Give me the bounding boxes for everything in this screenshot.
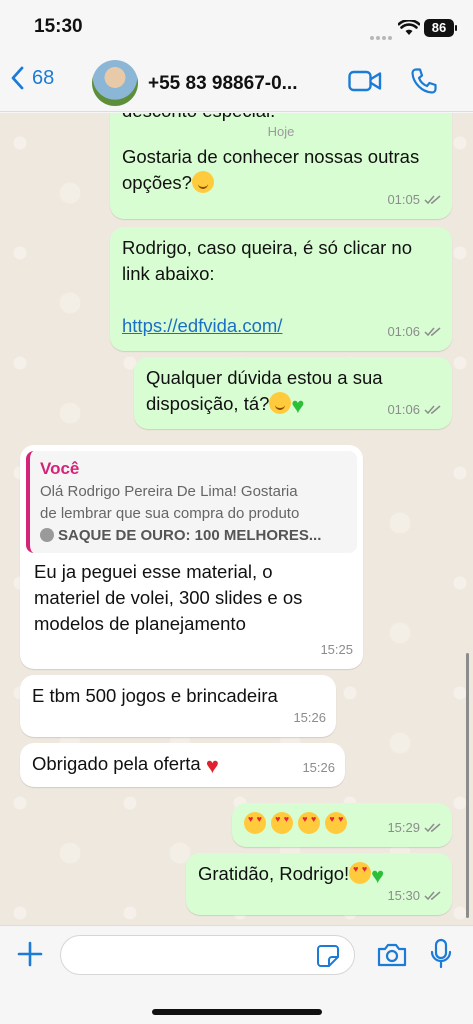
- phone-call-icon[interactable]: [410, 67, 438, 95]
- video-call-icon[interactable]: [348, 69, 382, 93]
- unread-count: 68: [32, 66, 55, 89]
- back-button[interactable]: 68: [10, 66, 54, 90]
- message-text: Eu ja peguei esse material, o materiel d…: [34, 561, 303, 634]
- message-text: Rodrigo, caso queira, é só clicar no lin…: [122, 237, 412, 284]
- quote-text-line: SAQUE DE OURO: 100 MELHORES...: [58, 527, 322, 544]
- double-check-icon: [424, 405, 441, 415]
- green-heart-icon: ♥: [371, 863, 385, 888]
- message-time: 15:29: [387, 820, 420, 835]
- quote-text-line: de lembrar que sua compra do produto: [40, 505, 300, 522]
- message-text: E tbm 500 jogos e brincadeira: [32, 685, 278, 706]
- quote-text-line: Olá Rodrigo Pereira De Lima! Gostaria: [40, 483, 298, 500]
- double-check-icon: [424, 823, 441, 833]
- scrollbar[interactable]: [466, 653, 469, 918]
- message-time: 15:26: [293, 710, 326, 725]
- message-time: 01:06: [387, 324, 420, 339]
- message-bubble-outgoing[interactable]: desconto especial. Hoje Gostaria de conh…: [110, 113, 452, 219]
- heart-eyes-emoji-icon: [325, 812, 348, 834]
- smile-emoji-icon: [269, 392, 292, 414]
- chevron-left-icon: [11, 66, 24, 90]
- signal-dots-icon: [370, 27, 396, 40]
- message-text: Obrigado pela oferta: [32, 753, 201, 774]
- heart-eyes-emoji-icon: [271, 812, 294, 834]
- double-check-icon: [424, 195, 441, 205]
- message-bubble-incoming[interactable]: Obrigado pela oferta ♥ 15:26: [20, 743, 345, 787]
- camera-icon[interactable]: [376, 942, 408, 968]
- message-text: Gostaria de conhecer nossas outras opçõe…: [122, 146, 420, 193]
- sticker-icon[interactable]: [316, 944, 340, 968]
- contact-name[interactable]: +55 83 98867-0...: [148, 73, 298, 95]
- message-bubble-outgoing[interactable]: 15:29: [232, 803, 452, 847]
- message-link[interactable]: https://edfvida.com/: [122, 315, 282, 336]
- heart-eyes-emoji-icon: [298, 812, 321, 834]
- status-bar: 15:30 86: [0, 0, 473, 52]
- coin-icon: [40, 528, 54, 542]
- message-bubble-outgoing[interactable]: Gratidão, Rodrigo! ♥ 15:30: [186, 853, 452, 915]
- microphone-icon[interactable]: [430, 938, 452, 970]
- message-bubble-incoming[interactable]: Você Olá Rodrigo Pereira De Lima! Gostar…: [20, 445, 363, 669]
- message-bubble-outgoing[interactable]: Qualquer dúvida estou a sua disposição, …: [134, 357, 452, 429]
- double-check-icon: [424, 327, 441, 337]
- home-indicator: [152, 1009, 322, 1015]
- message-bubble-incoming[interactable]: E tbm 500 jogos e brincadeira 15:26: [20, 675, 336, 737]
- date-label: Hoje: [267, 124, 295, 139]
- heart-eyes-emoji-icon: [349, 862, 372, 884]
- message-input[interactable]: [60, 935, 355, 975]
- status-time: 15:30: [34, 16, 83, 37]
- smile-emoji-icon: [191, 171, 214, 193]
- heart-eyes-emoji-icon: [244, 812, 266, 834]
- quoted-message[interactable]: Você Olá Rodrigo Pereira De Lima! Gostar…: [26, 451, 357, 553]
- double-check-icon: [424, 891, 441, 901]
- chat-header: 68 +55 83 98867-0...: [0, 52, 473, 112]
- input-bar: [0, 925, 473, 1024]
- message-bubble-outgoing[interactable]: Rodrigo, caso queira, é só clicar no lin…: [110, 227, 452, 351]
- avatar[interactable]: [92, 60, 138, 106]
- quote-author: Você: [40, 459, 80, 478]
- message-time: 01:06: [387, 402, 420, 417]
- chat-area[interactable]: desconto especial. Hoje Gostaria de conh…: [0, 113, 473, 925]
- plus-icon[interactable]: [16, 940, 44, 968]
- message-time: 15:25: [320, 642, 353, 657]
- message-time: 15:26: [302, 760, 335, 775]
- message-time: 01:05: [387, 192, 420, 207]
- message-text: Qualquer dúvida estou a sua disposição, …: [146, 367, 383, 414]
- battery-indicator: 86: [424, 19, 457, 37]
- message-text: Gratidão, Rodrigo!: [198, 863, 350, 884]
- wifi-icon: [398, 20, 420, 35]
- red-heart-icon: ♥: [205, 753, 219, 778]
- message-time: 15:30: [387, 888, 420, 903]
- green-heart-icon: ♥: [291, 393, 305, 418]
